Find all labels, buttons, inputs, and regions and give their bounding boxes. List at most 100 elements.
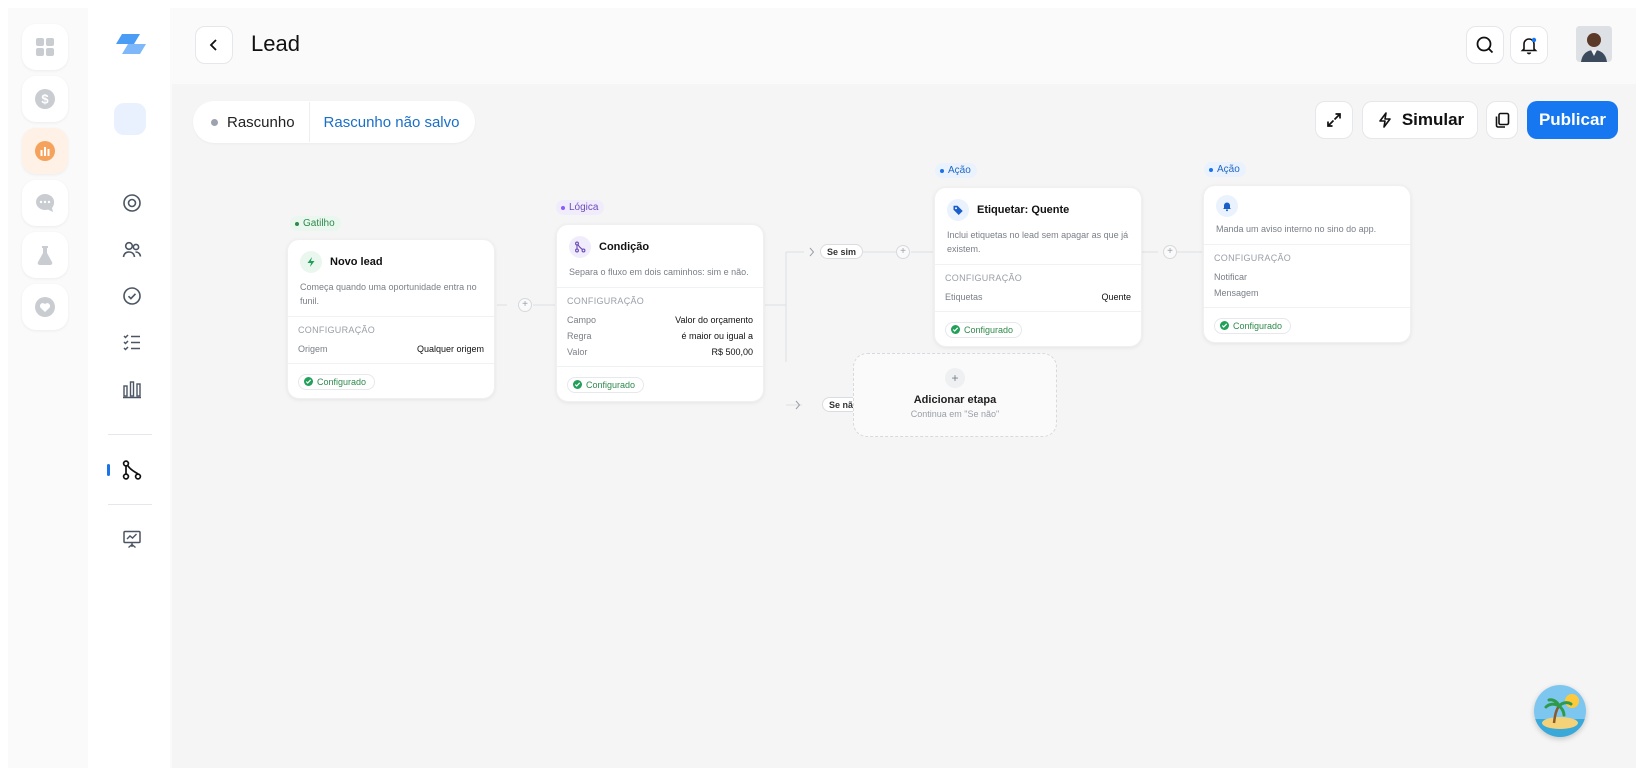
tasks-nav-button[interactable] xyxy=(121,285,143,307)
dollar-icon: $ xyxy=(35,89,55,109)
bell-icon xyxy=(1520,37,1538,55)
presentation-icon xyxy=(123,530,141,549)
check-icon xyxy=(1220,321,1229,330)
lightning-icon xyxy=(1379,112,1391,128)
checklist-icon xyxy=(123,334,140,351)
flow-node-tag-action[interactable]: Etiquetar: Quente Inclui etiquetas no le… xyxy=(934,187,1142,347)
add-step-subtitle: Continua em "Se não" xyxy=(910,409,1000,419)
node-description: Inclui etiquetas no lead sem apagar as q… xyxy=(947,230,1129,254)
config-row: Campo Valor do orçamento xyxy=(567,315,753,325)
configured-badge: Configurado xyxy=(1214,317,1292,334)
lightning-icon xyxy=(300,251,322,273)
node-title: Etiquetar: Quente xyxy=(977,204,1070,216)
analytics-button[interactable] xyxy=(22,128,68,174)
chat-button[interactable] xyxy=(22,180,68,226)
add-step-placeholder[interactable]: + Adicionar etapa Continua em "Se não" xyxy=(853,353,1057,437)
logo-icon xyxy=(116,34,146,54)
status-separator xyxy=(308,102,310,142)
presentation-nav-button[interactable] xyxy=(121,528,143,550)
target-icon xyxy=(123,194,141,212)
configured-badge: Configurado xyxy=(945,321,1023,338)
add-step-title: Adicionar etapa xyxy=(913,394,997,406)
automations-nav-button[interactable] xyxy=(121,459,143,481)
tag-icon xyxy=(947,199,969,221)
node-title: Condição xyxy=(599,241,650,253)
check-icon xyxy=(573,380,582,389)
simulate-button[interactable]: Simular xyxy=(1362,101,1478,139)
user-avatar[interactable] xyxy=(1576,26,1612,62)
publish-button[interactable]: Publicar xyxy=(1527,101,1618,139)
health-button[interactable] xyxy=(22,284,68,330)
node-tag: Lógica xyxy=(556,200,605,215)
grid-icon xyxy=(36,38,54,56)
status-label: Rascunho xyxy=(227,113,295,131)
chat-icon xyxy=(36,193,55,212)
notifications-button[interactable] xyxy=(1510,26,1548,64)
flow-node-condition[interactable]: Condição Separa o fluxo em dois caminhos… xyxy=(556,224,764,402)
workspace-chip[interactable] xyxy=(114,103,146,135)
node-tag: Ação xyxy=(935,163,977,178)
back-button[interactable] xyxy=(195,26,233,64)
draft-status: Rascunho não salvo xyxy=(323,113,460,131)
add-step-dot[interactable]: + xyxy=(1163,245,1177,259)
svg-text:$: $ xyxy=(41,92,49,107)
target-nav-button[interactable] xyxy=(121,192,143,214)
config-title: CONFIGURAÇÃO xyxy=(945,273,1023,283)
node-title: Novo lead xyxy=(330,256,383,268)
fullscreen-button[interactable] xyxy=(1315,101,1353,139)
config-row: Regra é maior ou igual a xyxy=(567,331,753,341)
heart-icon xyxy=(35,297,55,317)
config-row: Notificar xyxy=(1214,272,1248,282)
flask-icon xyxy=(37,246,53,266)
contacts-nav-button[interactable] xyxy=(121,239,143,261)
node-description: Separa o fluxo em dois caminhos: sim e n… xyxy=(569,267,749,277)
node-description: Manda um aviso interno no sino do app. xyxy=(1216,224,1377,234)
configured-badge: Configurado xyxy=(298,373,376,390)
flow-node-notify-action[interactable]: Manda um aviso interno no sino do app. C… xyxy=(1203,185,1411,343)
status-dot xyxy=(211,118,218,126)
status-pill: Rascunho Rascunho não salvo xyxy=(193,101,475,143)
branch-icon xyxy=(569,236,591,258)
copy-icon xyxy=(1495,112,1510,128)
node-tag: Ação xyxy=(1204,162,1246,177)
bar-chart-icon xyxy=(123,381,141,399)
check-circle-icon xyxy=(123,287,141,305)
add-step-dot[interactable]: + xyxy=(518,298,532,312)
checklist-nav-button[interactable] xyxy=(121,331,143,353)
sidebar-divider xyxy=(108,504,152,505)
sidebar-divider xyxy=(108,434,152,435)
plus-icon: + xyxy=(945,368,965,388)
copy-button[interactable] xyxy=(1486,101,1518,139)
lab-button[interactable] xyxy=(22,232,68,278)
floating-assistant-button[interactable] xyxy=(1534,685,1586,737)
island-icon xyxy=(1534,685,1586,737)
apps-grid-button[interactable] xyxy=(22,24,68,70)
config-row: Origem Qualquer origem xyxy=(298,344,484,354)
check-icon xyxy=(951,325,960,334)
flow-node-trigger[interactable]: Novo lead Começa quando uma oportunidade… xyxy=(287,239,495,399)
active-indicator xyxy=(107,464,110,476)
page-title: Lead xyxy=(251,31,300,56)
config-row: Valor R$ 500,00 xyxy=(567,347,753,357)
configured-badge: Configurado xyxy=(567,376,645,393)
reports-nav-button[interactable] xyxy=(121,378,143,400)
finance-button[interactable]: $ xyxy=(22,76,68,122)
config-title: CONFIGURAÇÃO xyxy=(567,296,645,306)
config-title: CONFIGURAÇÃO xyxy=(298,325,376,335)
bell-icon xyxy=(1216,195,1238,217)
chart-icon xyxy=(35,141,55,161)
search-button[interactable] xyxy=(1466,26,1504,64)
workflow-icon xyxy=(122,460,142,480)
search-icon xyxy=(1476,36,1494,54)
expand-icon xyxy=(1327,113,1341,127)
simulate-label: Simular xyxy=(1401,110,1465,129)
check-icon xyxy=(304,377,313,386)
app-rail: $ xyxy=(22,24,68,330)
config-title: CONFIGURAÇÃO xyxy=(1214,253,1292,263)
add-step-dot[interactable]: + xyxy=(896,245,910,259)
chevron-left-icon xyxy=(209,39,217,51)
config-row: Mensagem xyxy=(1214,288,1259,298)
avatar-image xyxy=(1576,26,1612,62)
node-description: Começa quando uma oportunidade entra no … xyxy=(300,282,477,306)
config-row: Etiquetas Quente xyxy=(945,292,1131,302)
